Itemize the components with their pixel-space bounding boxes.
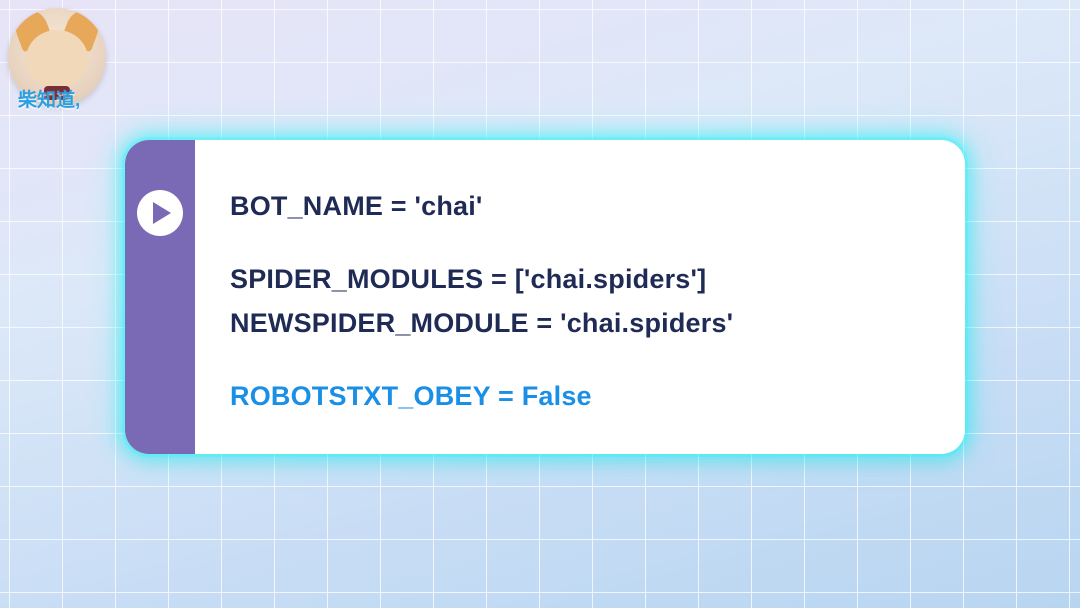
code-line-spider-modules: SPIDER_MODULES = ['chai.spiders'] bbox=[230, 259, 935, 300]
code-block: BOT_NAME = 'chai' SPIDER_MODULES = ['cha… bbox=[230, 186, 935, 420]
card-accent-bar bbox=[125, 140, 195, 454]
avatar-label: 柴知道, bbox=[18, 85, 80, 112]
code-line-newspider-module: NEWSPIDER_MODULE = 'chai.spiders' bbox=[230, 303, 935, 344]
channel-avatar: 柴知道, bbox=[8, 8, 106, 106]
code-card: BOT_NAME = 'chai' SPIDER_MODULES = ['cha… bbox=[125, 140, 965, 454]
play-button[interactable] bbox=[137, 190, 183, 236]
code-line-bot-name: BOT_NAME = 'chai' bbox=[230, 186, 935, 227]
code-line-robotstxt-obey: ROBOTSTXT_OBEY = False bbox=[230, 376, 935, 417]
play-icon bbox=[153, 202, 171, 224]
